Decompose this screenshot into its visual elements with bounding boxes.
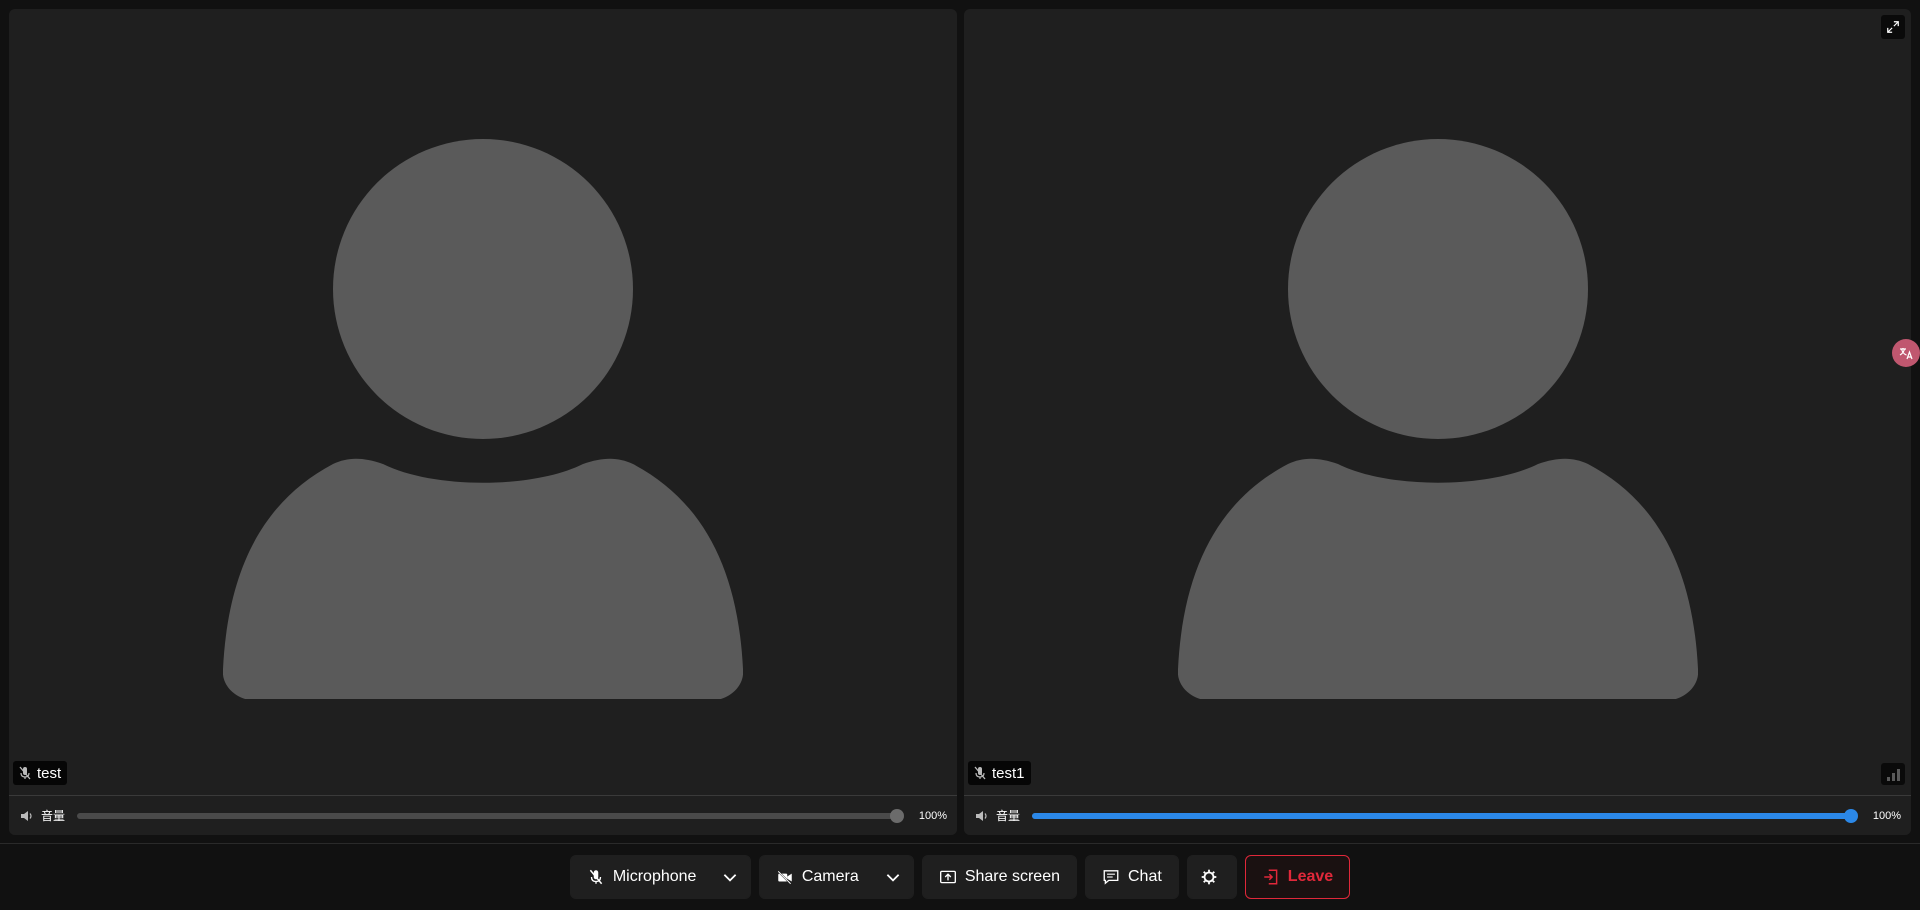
connection-quality-icon — [1881, 763, 1905, 785]
camera-control: Camera — [758, 855, 914, 899]
camera-button[interactable]: Camera — [760, 856, 873, 898]
gear-icon — [1201, 869, 1217, 885]
fullscreen-button[interactable] — [1881, 15, 1905, 39]
microphone-options-button[interactable] — [710, 856, 749, 898]
control-bar: Microphone Camera Share screen Chat Leav… — [0, 843, 1920, 910]
volume-control: 音量 100% — [964, 795, 1911, 835]
volume-slider[interactable] — [1032, 808, 1858, 823]
settings-button[interactable] — [1186, 855, 1237, 899]
translate-icon — [1899, 348, 1913, 360]
participant-name-tag: test — [13, 761, 68, 785]
avatar-placeholder-icon — [1177, 139, 1698, 699]
chat-button[interactable]: Chat — [1085, 855, 1179, 899]
microphone-label: Microphone — [612, 868, 697, 885]
chevron-down-icon — [886, 874, 899, 882]
share-screen-button[interactable]: Share screen — [921, 855, 1077, 899]
volume-label: 音量 — [996, 809, 1021, 823]
chevron-down-icon — [723, 874, 737, 882]
microphone-button[interactable]: Microphone — [571, 856, 711, 898]
microphone-control: Microphone — [569, 855, 751, 899]
volume-slider-thumb[interactable] — [1844, 808, 1858, 823]
participant-tile-test1[interactable]: test1 音量 100% — [964, 9, 1911, 835]
chat-icon — [1103, 870, 1119, 885]
speaker-icon — [21, 810, 32, 821]
participant-name: test1 — [992, 764, 1025, 782]
mic-muted-icon — [19, 766, 31, 780]
leave-label: Leave — [1287, 868, 1334, 885]
volume-percent: 100% — [918, 809, 947, 822]
volume-control: 音量 100% — [9, 795, 957, 835]
leave-button[interactable]: Leave — [1244, 855, 1351, 899]
avatar-placeholder-icon — [223, 139, 743, 699]
expand-icon — [1887, 21, 1899, 33]
participant-tile-test[interactable]: test 音量 100% — [9, 9, 957, 835]
share-screen-icon — [939, 870, 956, 884]
mic-muted-icon — [974, 766, 986, 780]
leave-icon — [1264, 869, 1278, 885]
speaker-icon — [976, 810, 987, 821]
chat-label: Chat — [1128, 868, 1162, 885]
volume-percent: 100% — [1872, 809, 1901, 822]
camera-options-button[interactable] — [873, 856, 913, 898]
camera-off-icon — [777, 870, 792, 885]
volume-slider-fill — [1032, 812, 1851, 819]
volume-slider[interactable] — [77, 808, 904, 823]
volume-slider-fill — [77, 813, 897, 819]
participant-name-tag: test1 — [968, 761, 1031, 785]
volume-slider-thumb[interactable] — [890, 808, 904, 823]
mic-muted-icon — [589, 869, 603, 885]
volume-label: 音量 — [41, 809, 66, 823]
translate-extension-button[interactable] — [1892, 339, 1920, 367]
participant-name: test — [37, 764, 62, 782]
camera-label: Camera — [801, 868, 859, 885]
share-screen-label: Share screen — [964, 868, 1060, 885]
video-stage: test 音量 100% test1 音量 100% — [0, 0, 1920, 843]
